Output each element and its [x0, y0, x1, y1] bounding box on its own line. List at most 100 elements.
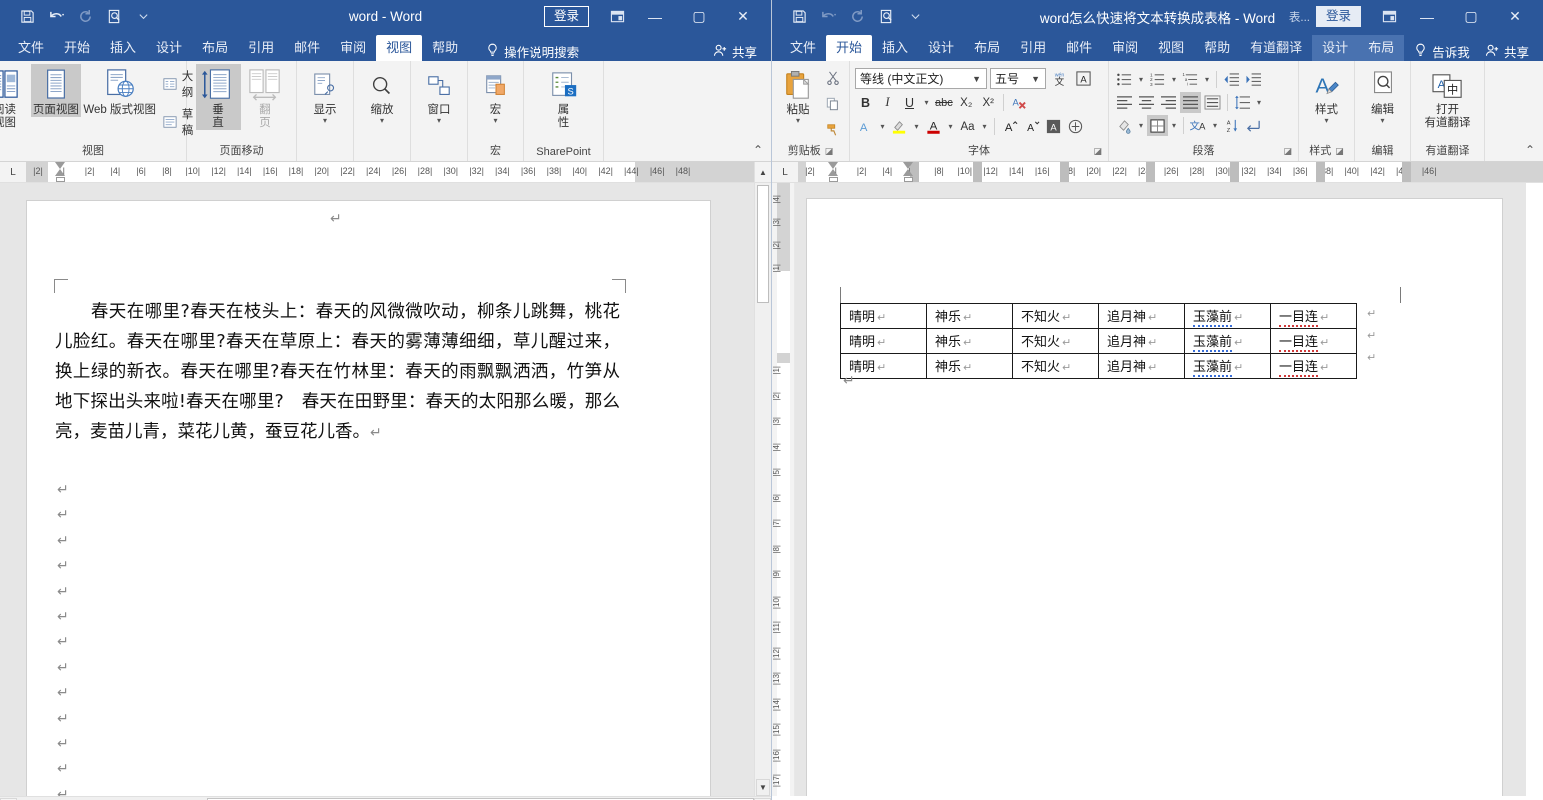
- zoom-button[interactable]: 缩放 ▾: [356, 64, 408, 125]
- enclose-character-icon[interactable]: [1065, 116, 1086, 137]
- bullet-list-icon[interactable]: [1114, 69, 1135, 90]
- save-icon[interactable]: [14, 5, 40, 29]
- right-signin-button[interactable]: 登录: [1315, 6, 1361, 27]
- left-indent-marker[interactable]: [55, 177, 65, 182]
- table-cell[interactable]: 玉藻前 ↵: [1184, 353, 1271, 379]
- first-line-indent-marker[interactable]: [903, 162, 913, 169]
- phonetic-guide-icon[interactable]: wén 文: [1049, 68, 1070, 89]
- highlight-dropdown-icon[interactable]: ▾: [911, 116, 922, 137]
- macro-button[interactable]: 宏 ▾: [470, 64, 522, 125]
- tell-me-search[interactable]: 告诉我: [1414, 42, 1470, 61]
- tab-help[interactable]: 帮助: [422, 35, 468, 61]
- show-button[interactable]: 显示 ▾: [299, 64, 351, 125]
- change-case-button[interactable]: Aa: [957, 116, 978, 137]
- tab-table-design[interactable]: 设计: [1312, 35, 1359, 61]
- change-case-dropdown-icon[interactable]: ▾: [979, 116, 990, 137]
- line-spacing-dropdown-icon[interactable]: ▾: [1254, 92, 1264, 113]
- font-color-dropdown-icon[interactable]: ▾: [945, 116, 956, 137]
- line-spacing-icon[interactable]: [1232, 92, 1253, 113]
- table-cell[interactable]: 一目连 ↵: [1270, 303, 1357, 329]
- shading-icon[interactable]: [1114, 115, 1135, 136]
- numbered-dropdown-icon[interactable]: ▾: [1169, 69, 1179, 90]
- italic-button[interactable]: I: [877, 92, 898, 113]
- copy-icon[interactable]: [822, 93, 843, 114]
- subscript-button[interactable]: X₂: [956, 92, 977, 113]
- right-page[interactable]: 晴明 ↵ 神乐 ↵ 不知火 ↵ 追月神 ↵ 玉藻前 ↵ 一目连 ↵ 晴明 ↵ 神乐 ↵ 不知火 ↵ 追月神 ↵ 玉藻前 ↵…: [807, 199, 1502, 796]
- chevron-down-icon[interactable]: ▾: [1380, 117, 1384, 125]
- left-empty-paragraphs[interactable]: ↵↵↵↵↵↵↵↵↵↵↵↵↵↵↵↵↵↵↵: [57, 477, 69, 796]
- table-column-marker[interactable]: [973, 162, 982, 182]
- tab-design[interactable]: 设计: [146, 35, 192, 61]
- left-vscroll-down-arrow[interactable]: ▼: [756, 779, 770, 796]
- numbered-list-icon[interactable]: 123: [1147, 69, 1168, 90]
- right-horizontal-ruler[interactable]: L |2|||2||4||6||8||10||12||14||16||18||2…: [772, 162, 1543, 183]
- editing-button[interactable]: 编辑 ▾: [1357, 64, 1409, 125]
- underline-button[interactable]: U: [899, 92, 920, 113]
- left-page[interactable]: ↵ 春天在哪里?春天在枝头上：春天的风微微吹动，柳条儿跳舞，桃花儿脸红。春天在哪…: [27, 201, 710, 796]
- font-name-combo[interactable]: 等线 (中文正文) ▼: [855, 68, 987, 89]
- tab-mailings[interactable]: 邮件: [1056, 35, 1102, 61]
- web-layout-button[interactable]: Web 版式视图: [83, 64, 157, 117]
- cut-icon[interactable]: [822, 67, 843, 88]
- increase-indent-icon[interactable]: [1243, 69, 1264, 90]
- justify-icon[interactable]: [1180, 92, 1201, 113]
- customize-qat-icon[interactable]: [902, 5, 928, 29]
- chevron-down-icon[interactable]: ▾: [493, 117, 497, 125]
- table-row[interactable]: 晴明 ↵ 神乐 ↵ 不知火 ↵ 追月神 ↵ 玉藻前 ↵ 一目连 ↵: [840, 303, 1357, 329]
- table-cell[interactable]: 晴明 ↵: [840, 303, 927, 329]
- tab-insert[interactable]: 插入: [100, 35, 146, 61]
- right-minimize-button[interactable]: —: [1405, 0, 1449, 33]
- table-row[interactable]: 晴明 ↵ 神乐 ↵ 不知火 ↵ 追月神 ↵ 玉藻前 ↵ 一目连 ↵: [840, 353, 1357, 379]
- table-cell[interactable]: 追月神 ↵: [1098, 328, 1185, 354]
- undo-icon[interactable]: [43, 5, 69, 29]
- tab-design[interactable]: 设计: [918, 35, 964, 61]
- bullet-dropdown-icon[interactable]: ▾: [1136, 69, 1146, 90]
- left-horizontal-ruler[interactable]: L |2| | |2| |4| |6| |8| |10| |12| |14| |16| |18| |2…: [0, 162, 771, 183]
- left-body-text[interactable]: 春天在哪里?春天在枝头上：春天的风微微吹动，柳条儿跳舞，桃花儿脸红。春天在哪里?…: [55, 297, 620, 448]
- left-maximize-button[interactable]: ▢: [677, 0, 721, 33]
- character-shading-icon[interactable]: A: [1043, 116, 1064, 137]
- align-center-icon[interactable]: [1136, 92, 1157, 113]
- dialog-launcher-icon[interactable]: ◪: [1283, 146, 1292, 157]
- collapse-ribbon-icon[interactable]: ⌃: [753, 143, 763, 157]
- dialog-launcher-icon[interactable]: ◪: [1093, 146, 1102, 157]
- tab-view[interactable]: 视图: [376, 35, 423, 61]
- decrease-indent-icon[interactable]: [1221, 69, 1242, 90]
- underline-dropdown-icon[interactable]: ▾: [921, 92, 932, 113]
- vertical-scroll-button[interactable]: 垂直: [195, 64, 241, 130]
- chevron-down-icon[interactable]: ▾: [437, 117, 441, 125]
- distribute-icon[interactable]: [1202, 92, 1223, 113]
- tab-stop-selector[interactable]: L: [772, 162, 798, 182]
- sort-icon[interactable]: AZ: [1221, 115, 1242, 136]
- table-cell[interactable]: 一目连 ↵: [1270, 353, 1357, 379]
- chevron-down-icon[interactable]: ▾: [380, 117, 384, 125]
- chevron-down-icon[interactable]: ▾: [323, 117, 327, 125]
- tab-file[interactable]: 文件: [780, 35, 826, 61]
- table-cell[interactable]: 追月神 ↵: [1098, 353, 1185, 379]
- format-painter-icon[interactable]: [822, 119, 843, 140]
- ribbon-display-options-icon[interactable]: [1373, 4, 1405, 30]
- first-line-indent-marker[interactable]: [828, 162, 838, 169]
- bold-button[interactable]: B: [855, 92, 876, 113]
- shading-dropdown-icon[interactable]: ▾: [1136, 115, 1146, 136]
- table-column-marker[interactable]: [1060, 162, 1069, 182]
- redo-icon[interactable]: [72, 5, 98, 29]
- right-vertical-ruler[interactable]: |4| |3| |2| |1| |1| |2| |3| |4| |5| |6| |7| |8| |9| |…: [772, 183, 795, 796]
- hanging-indent-marker[interactable]: [55, 169, 65, 176]
- undo-icon[interactable]: [815, 5, 841, 29]
- text-effects-dropdown-icon[interactable]: ▾: [877, 116, 888, 137]
- ribbon-display-options-icon[interactable]: [601, 4, 633, 30]
- tab-help[interactable]: 帮助: [1194, 35, 1240, 61]
- tab-mailings[interactable]: 邮件: [284, 35, 330, 61]
- share-button[interactable]: 共享: [713, 42, 761, 61]
- table-cell[interactable]: 神乐 ↵: [926, 303, 1013, 329]
- tab-references[interactable]: 引用: [238, 35, 284, 61]
- align-left-icon[interactable]: [1114, 92, 1135, 113]
- table-column-marker[interactable]: [1402, 162, 1411, 182]
- print-layout-button[interactable]: 页面视图: [31, 64, 81, 117]
- hanging-indent-marker[interactable]: [828, 169, 838, 176]
- table-column-marker[interactable]: [1230, 162, 1239, 182]
- chevron-down-icon[interactable]: ▼: [1028, 74, 1043, 84]
- left-vscroll-thumb[interactable]: [757, 185, 769, 303]
- chevron-down-icon[interactable]: ▾: [796, 117, 800, 125]
